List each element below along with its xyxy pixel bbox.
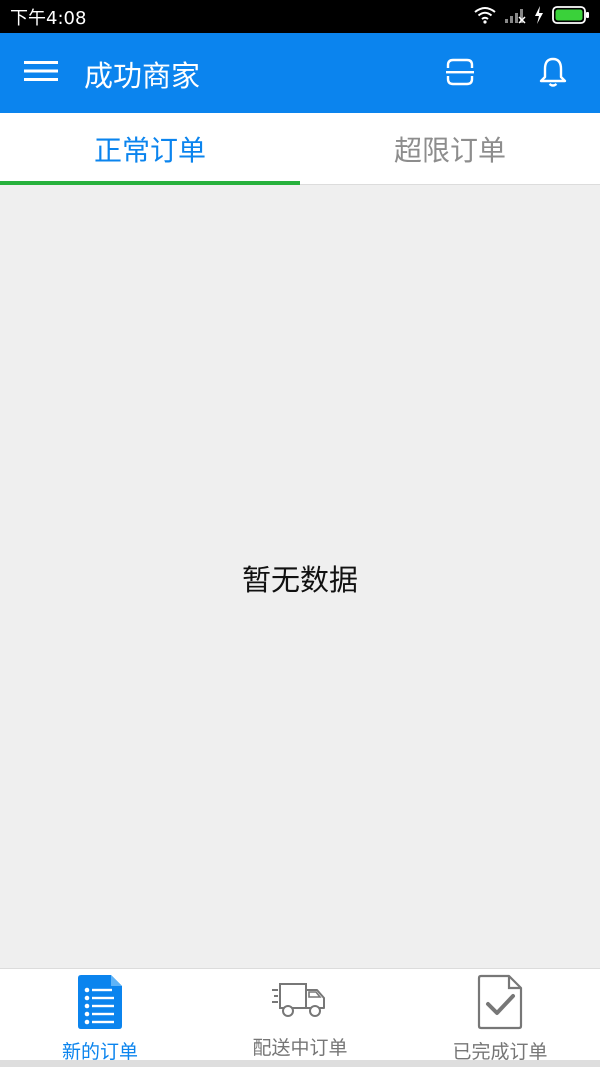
menu-button[interactable]: [22, 58, 60, 88]
battery-icon: [552, 5, 590, 29]
order-list-icon: [70, 974, 130, 1030]
empty-state-text: 暂无数据: [241, 563, 358, 597]
charging-icon: [534, 5, 544, 28]
status-icons: [474, 5, 590, 29]
delivery-truck-icon: [270, 974, 330, 1026]
menu-icon: [24, 59, 58, 87]
nav-item-delivering-orders[interactable]: 配送中订单: [200, 969, 400, 1060]
wifi-icon: [474, 6, 496, 28]
signal-icon: [504, 6, 526, 28]
tab-overlimit-orders[interactable]: 超限订单: [300, 113, 600, 184]
tab-label: 正常订单: [93, 133, 206, 167]
status-bar: 下午4:08: [0, 0, 600, 33]
order-tabs: 正常订单 超限订单: [0, 113, 600, 185]
scan-icon: [445, 57, 475, 91]
nav-item-new-orders[interactable]: 新的订单: [0, 969, 200, 1063]
order-list-area: 暂无数据: [0, 185, 600, 968]
tab-label: 超限订单: [393, 133, 506, 167]
completed-document-icon: [470, 974, 530, 1030]
nav-label: 配送中订单: [252, 1037, 348, 1059]
status-time: 下午4:08: [10, 7, 87, 29]
bottom-nav: 新的订单 配送中订单 已完成订单: [0, 968, 600, 1063]
tab-normal-orders[interactable]: 正常订单: [0, 113, 300, 185]
bell-icon: [538, 56, 568, 92]
scan-button[interactable]: [440, 55, 480, 93]
app-bar: 成功商家: [0, 33, 600, 113]
page-title: 成功商家: [84, 59, 201, 93]
bottom-edge: [0, 1060, 600, 1067]
nav-item-completed-orders[interactable]: 已完成订单: [400, 969, 600, 1063]
notification-button[interactable]: [532, 53, 574, 95]
